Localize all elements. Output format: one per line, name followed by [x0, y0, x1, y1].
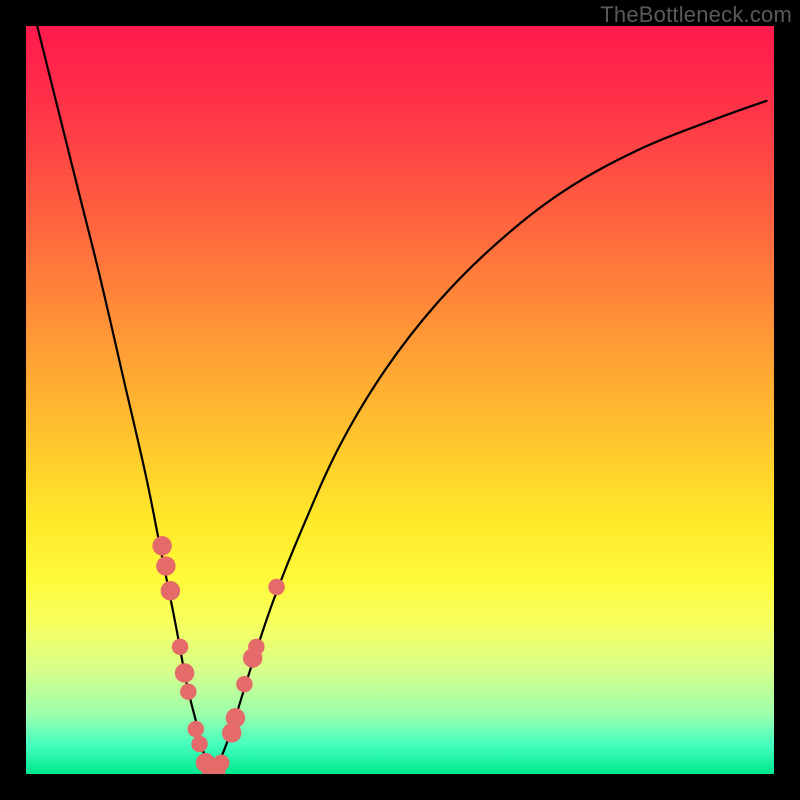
chart-plot-area [26, 26, 774, 774]
highlight-dot [188, 721, 204, 737]
highlight-dot [236, 676, 252, 692]
highlight-dot [196, 753, 215, 772]
highlight-dot [201, 761, 217, 774]
highlight-dot [268, 579, 284, 595]
highlight-dot [226, 708, 245, 727]
bottleneck-curve-line [37, 26, 766, 774]
highlight-dot [209, 762, 225, 774]
highlight-dots-group [152, 536, 284, 774]
highlight-dot [205, 764, 221, 774]
highlight-dot [222, 723, 241, 742]
chart-svg [26, 26, 774, 774]
highlight-dot [243, 648, 262, 667]
highlight-dot [191, 736, 207, 752]
watermark-text: TheBottleneck.com [600, 2, 792, 28]
highlight-dot [213, 755, 229, 771]
highlight-dot [180, 683, 196, 699]
highlight-dot [161, 581, 180, 600]
highlight-dot [248, 639, 264, 655]
highlight-dot [175, 663, 194, 682]
highlight-dot [172, 639, 188, 655]
highlight-dot [156, 556, 175, 575]
highlight-dot [152, 536, 171, 555]
